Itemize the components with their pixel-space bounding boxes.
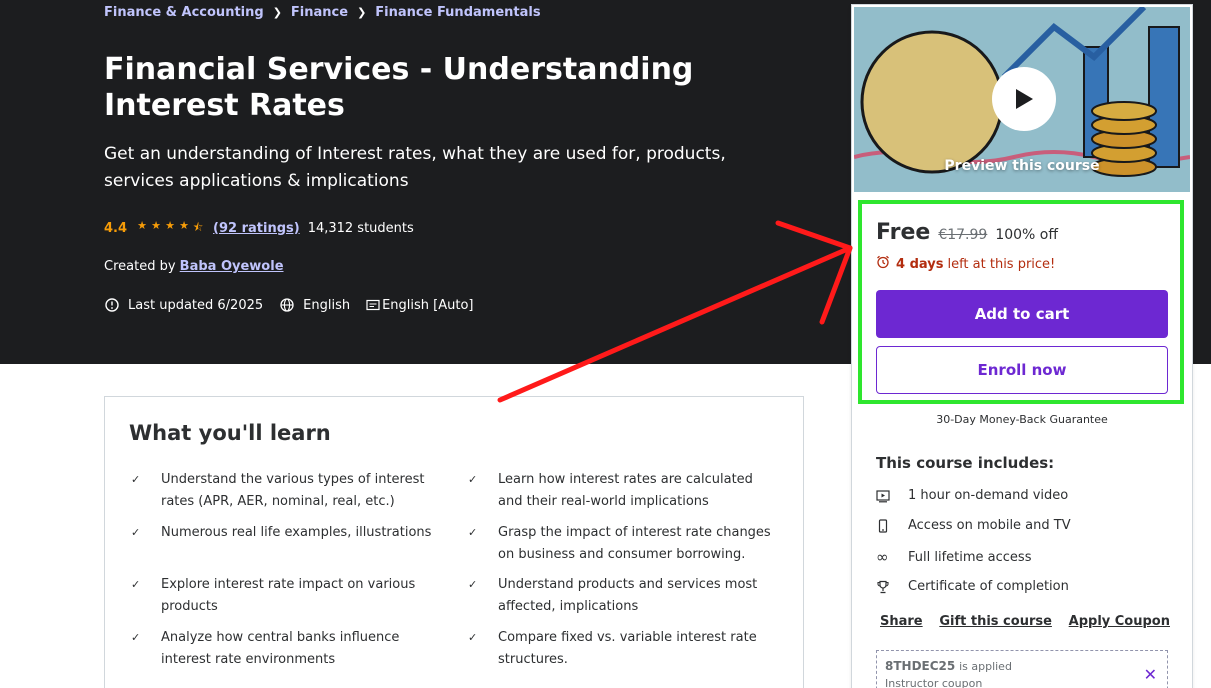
check-icon: ✓ <box>131 526 141 539</box>
check-icon: ✓ <box>468 526 478 539</box>
page-title: Financial Services - Understanding Inter… <box>104 52 694 123</box>
last-updated-text: Last updated 6/2025 <box>128 297 264 313</box>
list-item: 1 hour on-demand video <box>876 488 1068 503</box>
trophy-icon <box>876 580 908 594</box>
chevron-right-icon: ❯ <box>357 5 367 19</box>
check-icon: ✓ <box>468 631 478 644</box>
breadcrumb-item-finance[interactable]: Finance <box>291 5 348 20</box>
rating-row: 4.4 ★ ★ ★ ★ ⯪ (92 ratings) 14,312 studen… <box>104 219 414 237</box>
breadcrumb: Finance & Accounting ❯ Finance ❯ Finance… <box>104 4 541 20</box>
purchase-sidebar: Preview this course Free €17.99 100% off… <box>851 4 1193 688</box>
star-icon: ★ <box>151 218 161 232</box>
money-back-guarantee: 30-Day Money-Back Guarantee <box>936 413 1108 426</box>
last-updated: Last updated 6/2025 <box>104 297 263 313</box>
check-icon: ✓ <box>131 578 141 591</box>
breadcrumb-item-finance-accounting[interactable]: Finance & Accounting <box>104 5 264 20</box>
chevron-right-icon: ❯ <box>272 5 282 19</box>
check-icon: ✓ <box>131 473 141 486</box>
list-item: Certificate of completion <box>876 579 1069 594</box>
list-item: ✓ Numerous real life examples, illustrati… <box>129 522 441 544</box>
check-icon: ✓ <box>468 578 478 591</box>
created-by-label: Created by <box>104 259 176 274</box>
created-by: Created by Baba Oyewole <box>104 259 284 274</box>
play-icon <box>1016 89 1033 109</box>
half-star-icon: ⯪ <box>192 220 204 234</box>
alert-clock-icon <box>104 297 120 313</box>
star-icon: ★ <box>179 218 189 232</box>
language-text: English <box>303 297 351 313</box>
language: English <box>279 297 350 313</box>
list-item: ✓ Grasp the impact of interest rate chang… <box>466 522 778 566</box>
apply-coupon-button[interactable]: Apply Coupon <box>1069 614 1170 629</box>
rating-value: 4.4 <box>104 220 128 236</box>
coupon-applied-text: is applied <box>959 660 1012 673</box>
captions-text: English [Auto] <box>382 297 474 313</box>
list-item: ✓ Compare fixed vs. variable interest rat… <box>466 627 778 671</box>
coupon-type: Instructor coupon <box>885 677 983 688</box>
gift-course-button[interactable]: Gift this course <box>939 614 1052 629</box>
course-meta: Last updated 6/2025 English English [Aut… <box>104 296 490 314</box>
check-icon: ✓ <box>468 473 478 486</box>
coupon-code: 8THDEC25 <box>885 659 956 673</box>
includes-title: This course includes: <box>876 454 1055 472</box>
list-item: Access on mobile and TV <box>876 518 1071 533</box>
star-icon: ★ <box>137 218 147 232</box>
list-item: ✓ Understand products and services most a… <box>466 574 778 618</box>
captions: English [Auto] <box>366 297 474 313</box>
infinity-icon: ∞ <box>876 548 889 566</box>
closed-captions-icon <box>366 297 380 313</box>
what-youll-learn: What you'll learn ✓ Understand the variou… <box>104 396 804 688</box>
instructor-link[interactable]: Baba Oyewole <box>180 259 284 274</box>
share-button[interactable]: Share <box>880 614 923 629</box>
list-item: ✓ Explore interest rate impact on various… <box>129 574 441 618</box>
list-item: ∞ Full lifetime access <box>876 548 1032 566</box>
list-item: ✓ Analyze how central banks influence int… <box>129 627 441 671</box>
ratings-link[interactable]: (92 ratings) <box>213 221 300 236</box>
check-icon: ✓ <box>131 631 141 644</box>
students-count: 14,312 students <box>307 220 414 236</box>
star-rating: ★ ★ ★ ★ ⯪ <box>135 219 205 238</box>
applied-coupon: 8THDEC25 is applied Instructor coupon ✕ <box>876 650 1168 688</box>
coupon-code-line: 8THDEC25 is applied <box>885 659 1159 673</box>
list-item: ✓ Learn how interest rates are calculated… <box>466 469 778 513</box>
globe-icon <box>279 297 295 313</box>
play-button[interactable] <box>992 67 1056 131</box>
annotation-highlight-box <box>858 200 1184 404</box>
learn-title: What you'll learn <box>129 421 331 445</box>
mobile-icon <box>876 518 908 533</box>
course-preview[interactable]: Preview this course <box>854 7 1190 192</box>
video-icon <box>876 489 908 503</box>
star-icon: ★ <box>165 218 175 232</box>
list-item: ✓ Understand the various types of interes… <box>129 469 441 513</box>
breadcrumb-item-finance-fundamentals[interactable]: Finance Fundamentals <box>375 5 540 20</box>
preview-label: Preview this course <box>944 158 1100 174</box>
course-subtitle: Get an understanding of Interest rates, … <box>104 144 726 191</box>
remove-coupon-close-icon[interactable]: ✕ <box>1144 665 1157 684</box>
sidebar-actions: Share Gift this course Apply Coupon <box>880 614 1170 629</box>
